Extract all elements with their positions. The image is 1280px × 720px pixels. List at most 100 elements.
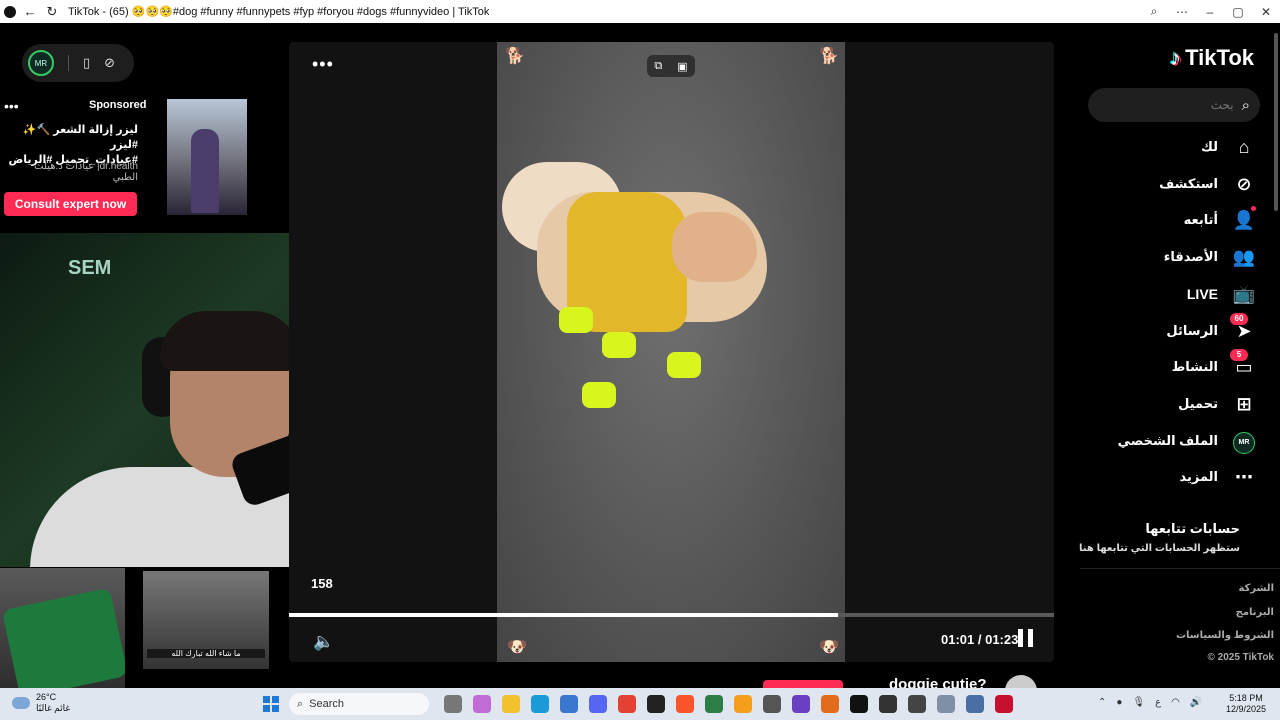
sponsored-ad: ••• Sponsored ليزر إزالة الشعر 🔨✨ #ليزر …	[0, 93, 288, 233]
copilot-icon[interactable]	[473, 695, 491, 713]
sidebar-item-for-you[interactable]: ⌂ لك	[1201, 135, 1256, 159]
clip-caption: ما شاء الله تبارك الله	[147, 649, 265, 658]
viewer-count: 158	[311, 576, 333, 591]
sidebar-item-label: المزيد	[1179, 469, 1218, 484]
mini-player-icon[interactable]: ⧉	[654, 60, 662, 73]
sidebar-item-label: LIVE	[1186, 286, 1218, 302]
sidebar-item-label: أتابعه	[1183, 212, 1218, 227]
sidebar-item-profile[interactable]: MR الملف الشخصي	[1118, 429, 1256, 454]
picture-in-picture-icon[interactable]: ▣	[677, 60, 687, 73]
mic-icon[interactable]: 🎙	[1132, 697, 1145, 708]
chrome-icon[interactable]	[618, 695, 636, 713]
language-indicator[interactable]: ع	[1155, 697, 1161, 708]
sidebar-item-upload[interactable]: ⊞ تحميل	[1178, 392, 1256, 416]
progress-fill	[289, 613, 839, 617]
footer-link-company[interactable]: الشركة	[1239, 583, 1274, 594]
calculator-icon[interactable]	[966, 695, 984, 713]
brave-icon[interactable]	[676, 695, 694, 713]
app-circle-icon[interactable]	[879, 695, 897, 713]
app-orange-icon[interactable]	[734, 695, 752, 713]
sidebar-item-activity[interactable]: ▭ 5 النشاط	[1172, 348, 1256, 379]
compass-icon[interactable]: ⊘	[104, 55, 115, 71]
windows-start-icon[interactable]	[263, 696, 279, 712]
close-button[interactable]: ✕	[1252, 5, 1280, 19]
scrollbar[interactable]	[1274, 33, 1278, 211]
search-icon: ⌕	[297, 697, 304, 710]
sidebar: ♪ TikTok ⌕ ⌂ لك ⊘ استكشف 👤 أتابعه 👥 الأص…	[1060, 23, 1280, 688]
streamer-hair	[160, 311, 300, 371]
file-explorer-icon[interactable]	[502, 695, 520, 713]
settings-icon[interactable]	[937, 695, 955, 713]
discord-icon[interactable]	[589, 695, 607, 713]
video-more-icon[interactable]: •••	[312, 54, 334, 75]
weather-temp: 26°C	[36, 692, 57, 702]
chevron-up-icon[interactable]: ⌃	[1098, 697, 1106, 708]
home-icon: ⌂	[1238, 136, 1250, 157]
upload-icon: ⊞	[1236, 393, 1252, 414]
creator-avatar[interactable]	[1005, 675, 1037, 688]
volume-icon[interactable]: 🔈	[313, 632, 334, 652]
search-input[interactable]	[1070, 98, 1242, 112]
sidebar-item-friends[interactable]: 👥 الأصدقاء	[1164, 245, 1256, 269]
app-gear-icon[interactable]	[763, 695, 781, 713]
system-tray: ⌃ ● 🎙 ع ◠ 🔊	[1098, 697, 1202, 708]
follow-button[interactable]	[763, 680, 843, 688]
video-progress-bar[interactable]	[289, 613, 1054, 617]
taskbar-clock[interactable]: 5:18 PM 12/9/2025	[1226, 693, 1266, 715]
wifi-icon[interactable]: ◠	[1171, 697, 1180, 708]
taskbar-search[interactable]: ⌕ Search	[289, 693, 429, 715]
ad-more-icon[interactable]: •••	[4, 98, 19, 114]
footer-link-terms[interactable]: الشروط والسياسات	[1176, 630, 1274, 641]
minimize-button[interactable]: –	[1196, 5, 1224, 19]
reload-icon[interactable]: ↻	[44, 4, 60, 20]
sidebar-item-live[interactable]: 📺 LIVE	[1187, 282, 1256, 306]
activity-badge: 5	[1230, 348, 1248, 361]
sidebar-item-explore[interactable]: ⊘ استكشف	[1159, 172, 1256, 196]
menu-dots-icon[interactable]: ⋯	[1168, 5, 1196, 19]
dog-sticker-icon: 🐶	[819, 639, 839, 656]
weather-widget[interactable]: 26°C غائم غالبًا	[12, 692, 70, 714]
boot	[602, 332, 636, 358]
more-icon: ⋯	[1235, 466, 1253, 487]
video-player[interactable]: ⧉ ▣ 🐕 🐕 🐶 🐶	[497, 42, 845, 662]
flag-graphic	[1, 587, 125, 688]
following-icon: 👤	[1232, 205, 1256, 231]
stream-avatar[interactable]: MR	[28, 50, 54, 76]
vlc-icon[interactable]	[821, 695, 839, 713]
network-app-icon[interactable]: ●	[1116, 697, 1122, 708]
browser-icon	[4, 5, 16, 18]
edge-icon[interactable]	[531, 695, 549, 713]
phone-icon[interactable]: ▯	[83, 55, 90, 71]
twitch-icon[interactable]	[792, 695, 810, 713]
ad-thumbnail[interactable]	[167, 99, 247, 215]
mcafee-icon[interactable]	[995, 695, 1013, 713]
consult-expert-button[interactable]: Consult expert now	[4, 192, 137, 216]
sidebar-item-label: استكشف	[1159, 176, 1218, 191]
task-view-icon[interactable]	[444, 695, 462, 713]
ad-text-line1: ليزر إزالة الشعر 🔨✨ #ليزر	[22, 124, 138, 151]
sidebar-item-more[interactable]: ⋯ المزيد	[1179, 465, 1256, 489]
back-arrow-icon[interactable]: ←	[22, 4, 38, 20]
messages-badge: 60	[1230, 312, 1248, 325]
divider	[1080, 568, 1280, 569]
footer-link-program[interactable]: البرنامج	[1236, 607, 1274, 618]
pause-button[interactable]	[1018, 629, 1034, 647]
window-controls: ⌕ ⋯ – ▢ ✕	[1140, 0, 1280, 23]
app-g-icon[interactable]	[647, 695, 665, 713]
excel-like-icon[interactable]	[705, 695, 723, 713]
activity-icon: ▭ 5	[1230, 348, 1256, 378]
maximize-button[interactable]: ▢	[1224, 5, 1252, 19]
friends-icon: 👥	[1232, 246, 1256, 267]
tiktok-app-icon[interactable]	[850, 695, 868, 713]
store-icon[interactable]	[560, 695, 578, 713]
sidebar-item-following[interactable]: 👤 أتابعه	[1183, 205, 1256, 232]
clock-date: 12/9/2025	[1226, 704, 1267, 714]
search-icon[interactable]: ⌕	[1242, 97, 1250, 114]
tiktok-logo[interactable]: ♪ TikTok	[1170, 45, 1254, 71]
zoom-icon[interactable]: ⌕	[1140, 4, 1168, 19]
obs-icon[interactable]	[908, 695, 926, 713]
sidebar-item-messages[interactable]: ➤ 60 الرسائل	[1166, 312, 1256, 343]
speaker-icon[interactable]: 🔊	[1190, 697, 1202, 708]
search-bar: ⌕	[1070, 88, 1260, 122]
video-info-strip: doggie cutie?	[289, 666, 1054, 688]
